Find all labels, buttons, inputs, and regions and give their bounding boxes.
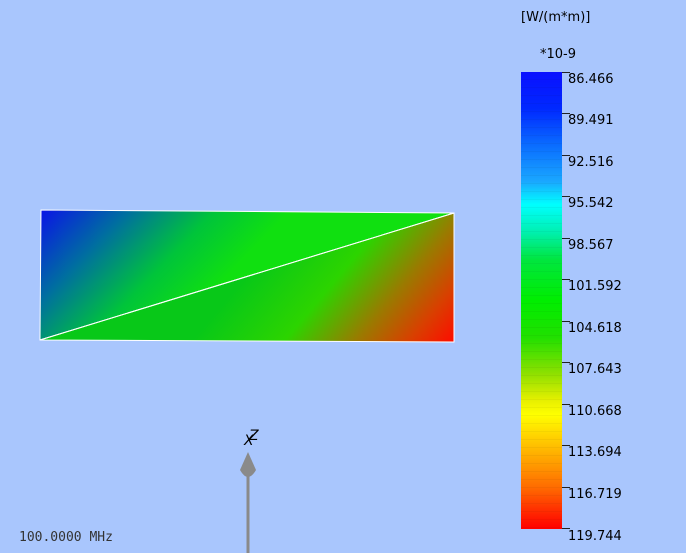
legend-tick-label: 119.744 bbox=[568, 529, 622, 544]
legend-tick-label: 89.491 bbox=[568, 113, 614, 128]
legend-unit-label: [W/(m*m)] bbox=[521, 10, 591, 25]
frequency-label: 100.0000 MHz bbox=[19, 530, 113, 545]
z-axis-arrow-icon bbox=[240, 452, 256, 477]
legend-tick-label: 101.592 bbox=[568, 279, 622, 294]
legend-tick-label: 110.668 bbox=[568, 404, 622, 419]
legend-tick-label: 98.567 bbox=[568, 238, 614, 253]
legend-tick-label: 95.542 bbox=[568, 196, 614, 211]
legend-tick-label: 107.643 bbox=[568, 362, 622, 377]
legend-tick-label: 104.618 bbox=[568, 321, 622, 336]
legend-tick-label: 86.466 bbox=[568, 72, 614, 87]
x-axis-label: X bbox=[243, 433, 254, 449]
axis-triad[interactable]: Z X bbox=[240, 428, 259, 553]
legend-tick-label: 92.516 bbox=[568, 155, 614, 170]
legend-tick-label: 113.694 bbox=[568, 445, 622, 460]
legend-scale-label: *10-9 bbox=[540, 47, 577, 62]
color-legend-bands bbox=[521, 72, 562, 529]
legend-tick-label: 116.719 bbox=[568, 487, 622, 502]
